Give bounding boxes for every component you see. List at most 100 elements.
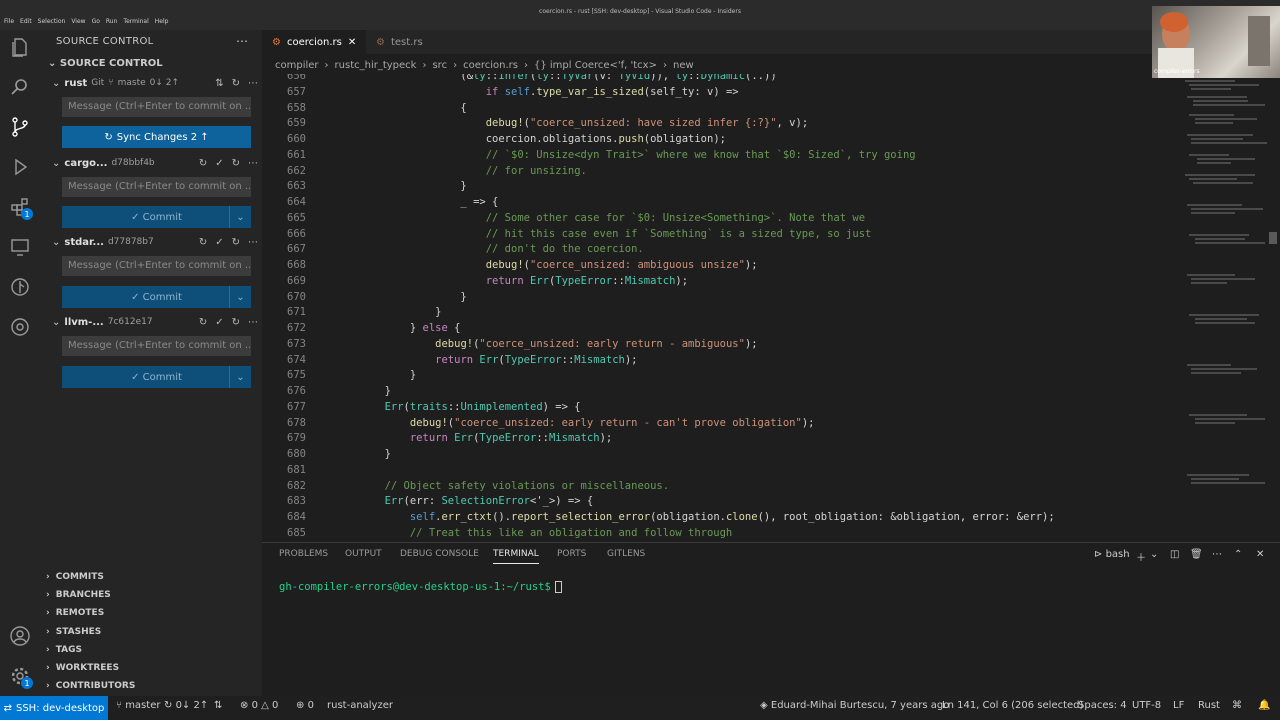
code-line[interactable]: 685 // Treat this like an obligation and… [262, 527, 1177, 540]
code-line[interactable]: 676 } [262, 385, 1177, 401]
code-line[interactable]: 668 debug!("coerce_unsized: ambiguous un… [262, 259, 1177, 275]
code-line[interactable]: 667 // don't do the coercion. [262, 243, 1177, 259]
breadcrumb-item[interactable]: new [673, 60, 694, 71]
section-tags[interactable]: › TAGS [46, 641, 82, 659]
more-icon[interactable]: ⋯ [248, 237, 258, 248]
repo-stdarch[interactable]: ⌄ stdar... d77878b7 ↻ ✓ ↻ ⋯ [52, 233, 258, 251]
source-control-icon[interactable] [9, 116, 31, 138]
refresh-icon[interactable]: ↻ [232, 237, 240, 248]
refresh-icon[interactable]: ↻ [199, 158, 207, 169]
new-terminal-icon[interactable]: ＋ [1136, 549, 1146, 564]
code-line[interactable]: 670 } [262, 291, 1177, 307]
section-remotes[interactable]: › REMOTES [46, 604, 104, 622]
menu-edit[interactable]: Edit [20, 18, 32, 25]
source-control-section-title[interactable]: ⌄ SOURCE CONTROL [48, 58, 163, 69]
section-stashes[interactable]: › STASHES [46, 623, 101, 641]
tab-gitlens[interactable]: GITLENS [607, 549, 645, 559]
code-line[interactable]: 683 Err(err: SelectionError<'_>) => { [262, 495, 1177, 511]
breadcrumb-item[interactable]: {} impl Coerce<'f, 'tcx> [534, 60, 657, 71]
commit-button-cargo[interactable]: ✓ Commit ⌄ [62, 206, 251, 228]
ports-indicator[interactable]: ⊕ 0 [296, 700, 314, 711]
tab-test-rs[interactable]: ⚙ test.rs [366, 30, 433, 54]
tab-ports[interactable]: PORTS [557, 549, 586, 559]
chevron-down-icon[interactable]: ⌄ [229, 366, 251, 388]
chevron-down-icon[interactable]: ⌄ [229, 286, 251, 308]
gitlens-inspect-icon[interactable] [9, 316, 31, 338]
repo-cargo[interactable]: ⌄ cargo... d78bbf4b ↻ ✓ ↻ ⋯ [52, 154, 258, 172]
git-blame-indicator[interactable]: ◈ Eduard-Mihai Burtescu, 7 years ago [760, 700, 949, 711]
stage-icon[interactable]: ⇅ [215, 78, 223, 89]
tab-problems[interactable]: PROBLEMS [279, 549, 328, 559]
code-line[interactable]: 659 debug!("coerce_unsized: have sized i… [262, 117, 1177, 133]
check-icon[interactable]: ✓ [215, 237, 223, 248]
code-line[interactable]: 661 // `$0: Unsize<dyn Trait>` where we … [262, 149, 1177, 165]
repo-rust[interactable]: ⌄ rust Git ⑂ maste 0↓ 2↑ ⇅ ↻ ⋯ [52, 74, 258, 92]
manage-gear-icon[interactable]: 1 [9, 665, 33, 689]
code-line[interactable]: 664 _ => { [262, 196, 1177, 212]
code-line[interactable]: 679 return Err(TypeError::Mismatch); [262, 432, 1177, 448]
code-line[interactable]: 657 if self.type_var_is_sized(self_ty: v… [262, 86, 1177, 102]
code-line[interactable]: 658 { [262, 102, 1177, 118]
refresh-icon[interactable]: ↻ [232, 78, 240, 89]
section-contributors[interactable]: › CONTRIBUTORS [46, 677, 135, 695]
refresh-icon[interactable]: ↻ [232, 158, 240, 169]
line-ending[interactable]: LF [1173, 700, 1184, 711]
run-debug-icon[interactable] [9, 156, 31, 178]
tab-terminal[interactable]: TERMINAL [493, 549, 539, 564]
code-line[interactable]: 665 // Some other case for `$0: Unsize<S… [262, 212, 1177, 228]
sync-changes-button[interactable]: ↻ Sync Changes 2 ↑ [62, 126, 251, 148]
sync-indicator[interactable]: ↻ 0↓ 2↑ [164, 700, 208, 711]
section-worktrees[interactable]: › WORKTREES [46, 659, 119, 677]
remote-explorer-icon[interactable] [9, 236, 31, 258]
more-icon[interactable]: ⋯ [248, 317, 258, 328]
trash-icon[interactable]: 🗑 [1190, 549, 1203, 560]
code-line[interactable]: 677 Err(traits::Unimplemented) => { [262, 401, 1177, 417]
menu-terminal[interactable]: Terminal [123, 18, 148, 25]
extensions-icon[interactable]: 1 [9, 196, 33, 220]
tab-coercion-rs[interactable]: ⚙ coercion.rs ✕ [262, 30, 367, 54]
copilot-icon[interactable]: ⌘ [1232, 700, 1242, 711]
code-line[interactable]: 682 // Object safety violations or misce… [262, 480, 1177, 496]
commit-button-llvm[interactable]: ✓ Commit ⌄ [62, 366, 251, 388]
menu-file[interactable]: File [4, 18, 14, 25]
code-line[interactable]: 675 } [262, 369, 1177, 385]
close-icon[interactable]: ✕ [348, 37, 356, 48]
code-line[interactable]: 672 } else { [262, 322, 1177, 338]
terminal-prompt[interactable]: gh-compiler-errors@dev-desktop-us-1:~/ru… [279, 581, 562, 593]
tab-output[interactable]: OUTPUT [345, 549, 382, 559]
chevron-down-icon[interactable]: ⌄ [229, 206, 251, 228]
terminal-shell-selector[interactable]: ⊳ bash [1094, 549, 1130, 560]
breadcrumb-item[interactable]: rustc_hir_typeck [335, 60, 417, 71]
cursor-position[interactable]: Ln 141, Col 6 (206 selected) [942, 700, 1083, 711]
remote-indicator[interactable]: ⇄ SSH: dev-desktop [0, 696, 108, 720]
code-line[interactable]: 673 debug!("coerce_unsized: early return… [262, 338, 1177, 354]
code-line[interactable]: 684 self.err_ctxt().report_selection_err… [262, 511, 1177, 527]
menu-go[interactable]: Go [92, 18, 100, 25]
section-branches[interactable]: › BRANCHES [46, 586, 111, 604]
accounts-icon[interactable] [9, 625, 31, 647]
maximize-panel-icon[interactable]: ⌃ [1234, 549, 1242, 560]
problems-indicator[interactable]: ⊗ 0 △ 0 [240, 700, 278, 711]
more-icon[interactable]: ⋯ [248, 78, 258, 89]
check-icon[interactable]: ✓ [215, 317, 223, 328]
sync-status[interactable]: 0↓ 2↑ [150, 78, 179, 88]
commit-message-input-stdarch[interactable]: Message (Ctrl+Enter to commit on ... [62, 256, 251, 276]
code-line[interactable]: 669 return Err(TypeError::Mismatch); [262, 275, 1177, 291]
more-actions-icon[interactable]: ⋯ [236, 34, 248, 48]
branch-indicator[interactable]: ⑂ master [116, 700, 160, 711]
menu-selection[interactable]: Selection [38, 18, 66, 25]
minimap[interactable] [1177, 74, 1280, 540]
refresh-icon[interactable]: ↻ [199, 237, 207, 248]
check-icon[interactable]: ✓ [215, 158, 223, 169]
code-line[interactable]: 680 } [262, 448, 1177, 464]
section-commits[interactable]: › COMMITS [46, 568, 104, 586]
rust-analyzer-indicator[interactable]: rust-analyzer [327, 700, 393, 711]
tab-debug-console[interactable]: DEBUG CONSOLE [400, 549, 479, 559]
code-line[interactable]: 674 return Err(TypeError::Mismatch); [262, 354, 1177, 370]
menu-view[interactable]: View [71, 18, 85, 25]
explorer-icon[interactable] [9, 36, 31, 58]
code-line[interactable]: 681 [262, 464, 1177, 480]
publish-icon[interactable]: ⇅ [214, 700, 222, 711]
more-icon[interactable]: ⋯ [1212, 549, 1222, 560]
refresh-icon[interactable]: ↻ [232, 317, 240, 328]
